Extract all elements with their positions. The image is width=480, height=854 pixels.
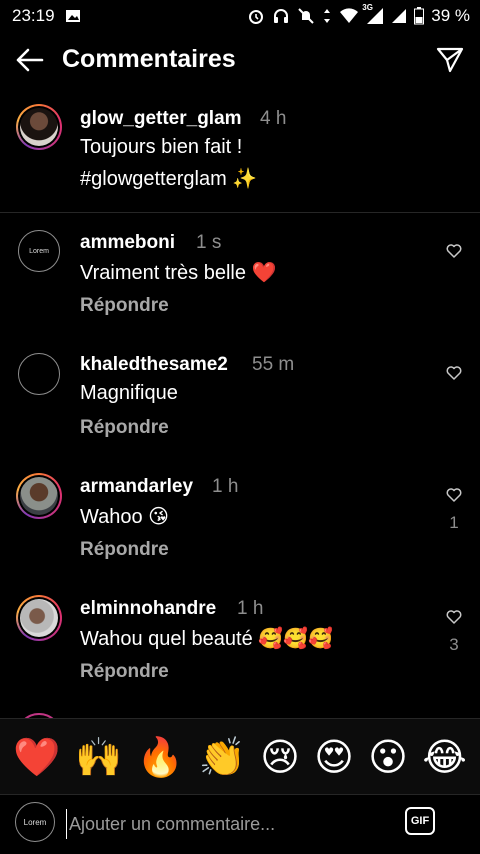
comment-time: 1 h [237,598,264,619]
caption-username[interactable]: glow_getter_glam [80,108,242,130]
emoji-fire[interactable]: 🔥 [137,738,184,776]
like-count[interactable]: 3 [446,635,462,655]
caption-time: 4 h [260,108,287,129]
comment-input[interactable] [66,809,391,839]
network-type: 3G [362,3,373,12]
alarm-icon [247,7,265,25]
reply-button[interactable]: Répondre [80,661,169,683]
status-bar: 23:19 3G 39 % [0,0,480,32]
like-heart-icon[interactable] [446,365,462,381]
comment-time: 1 s [196,232,222,253]
reply-button[interactable]: Répondre [80,539,169,561]
like-heart-icon[interactable] [446,243,462,259]
send-icon[interactable] [436,46,464,74]
reply-button[interactable]: Répondre [80,417,169,439]
comment-text: Wahoo 😘 [80,506,170,528]
cell-signal-icon: 3G [362,3,384,25]
emoji-clap[interactable]: 👏 [198,738,245,776]
avatar[interactable]: Lorem [18,230,60,272]
avatar[interactable] [16,595,62,641]
like-count[interactable]: 1 [446,513,462,533]
comment-text: Wahou quel beauté 🥰🥰🥰 [80,628,333,650]
emoji-heart-eyes[interactable]: 😍 [314,738,354,776]
wifi-icon [339,7,359,25]
data-transfer-icon [322,7,332,25]
comments-header: Commentaires [0,32,480,88]
page-title: Commentaires [62,45,236,73]
status-time: 23:19 [12,6,55,25]
battery-percent: 39 % [431,6,470,25]
signal-icon [391,7,407,25]
emoji-crying[interactable]: 😢 [260,738,300,776]
avatar-logo-text: Lorem [23,817,47,827]
emoji-raised-hands[interactable]: 🙌 [75,738,122,776]
comment-input-bar: Lorem GIF [0,794,480,854]
mute-icon [297,7,315,25]
emoji-quick-bar: ❤️ 🙌 🔥 👏 😢 😍 😮 😂 [0,718,480,794]
emoji-surprised[interactable]: 😮 [368,738,408,776]
post-caption: glow_getter_glam 4 h Toujours bien fait … [0,96,480,212]
gif-button[interactable]: GIF [405,807,435,835]
avatar: Lorem [15,802,55,842]
reply-button[interactable]: Répondre [80,295,169,317]
comment-username[interactable]: armandarley [80,476,193,498]
comment-text: Vraiment très belle ❤️ [80,262,277,284]
gallery-icon [65,8,81,24]
avatar-logo-text: Lorem [29,247,49,255]
comment-time: 1 h [212,476,239,497]
caption-hashtag[interactable]: #glowgetterglam ✨ [80,166,257,191]
emoji-heart[interactable]: ❤️ [13,738,60,776]
avatar[interactable] [18,353,60,395]
caption-text: Toujours bien fait ! [80,136,243,158]
like-heart-icon[interactable] [446,487,462,503]
profile-photo [20,108,58,146]
headphones-icon [272,7,290,25]
avatar[interactable] [16,104,62,150]
back-arrow-icon[interactable] [14,46,46,74]
profile-photo [20,477,58,515]
like-heart-icon[interactable] [446,609,462,625]
comment-time: 55 m [252,354,295,375]
comment-text: Magnifique [80,382,178,404]
comment-username[interactable]: ammeboni [80,232,175,254]
divider [0,212,480,213]
battery-icon [414,7,425,25]
comment-username[interactable]: elminnohandre [80,598,216,620]
avatar[interactable] [16,473,62,519]
comment-username[interactable]: khaledthesame2 [80,354,228,376]
profile-photo [20,599,58,637]
emoji-laughing[interactable]: 😂 [422,738,466,776]
